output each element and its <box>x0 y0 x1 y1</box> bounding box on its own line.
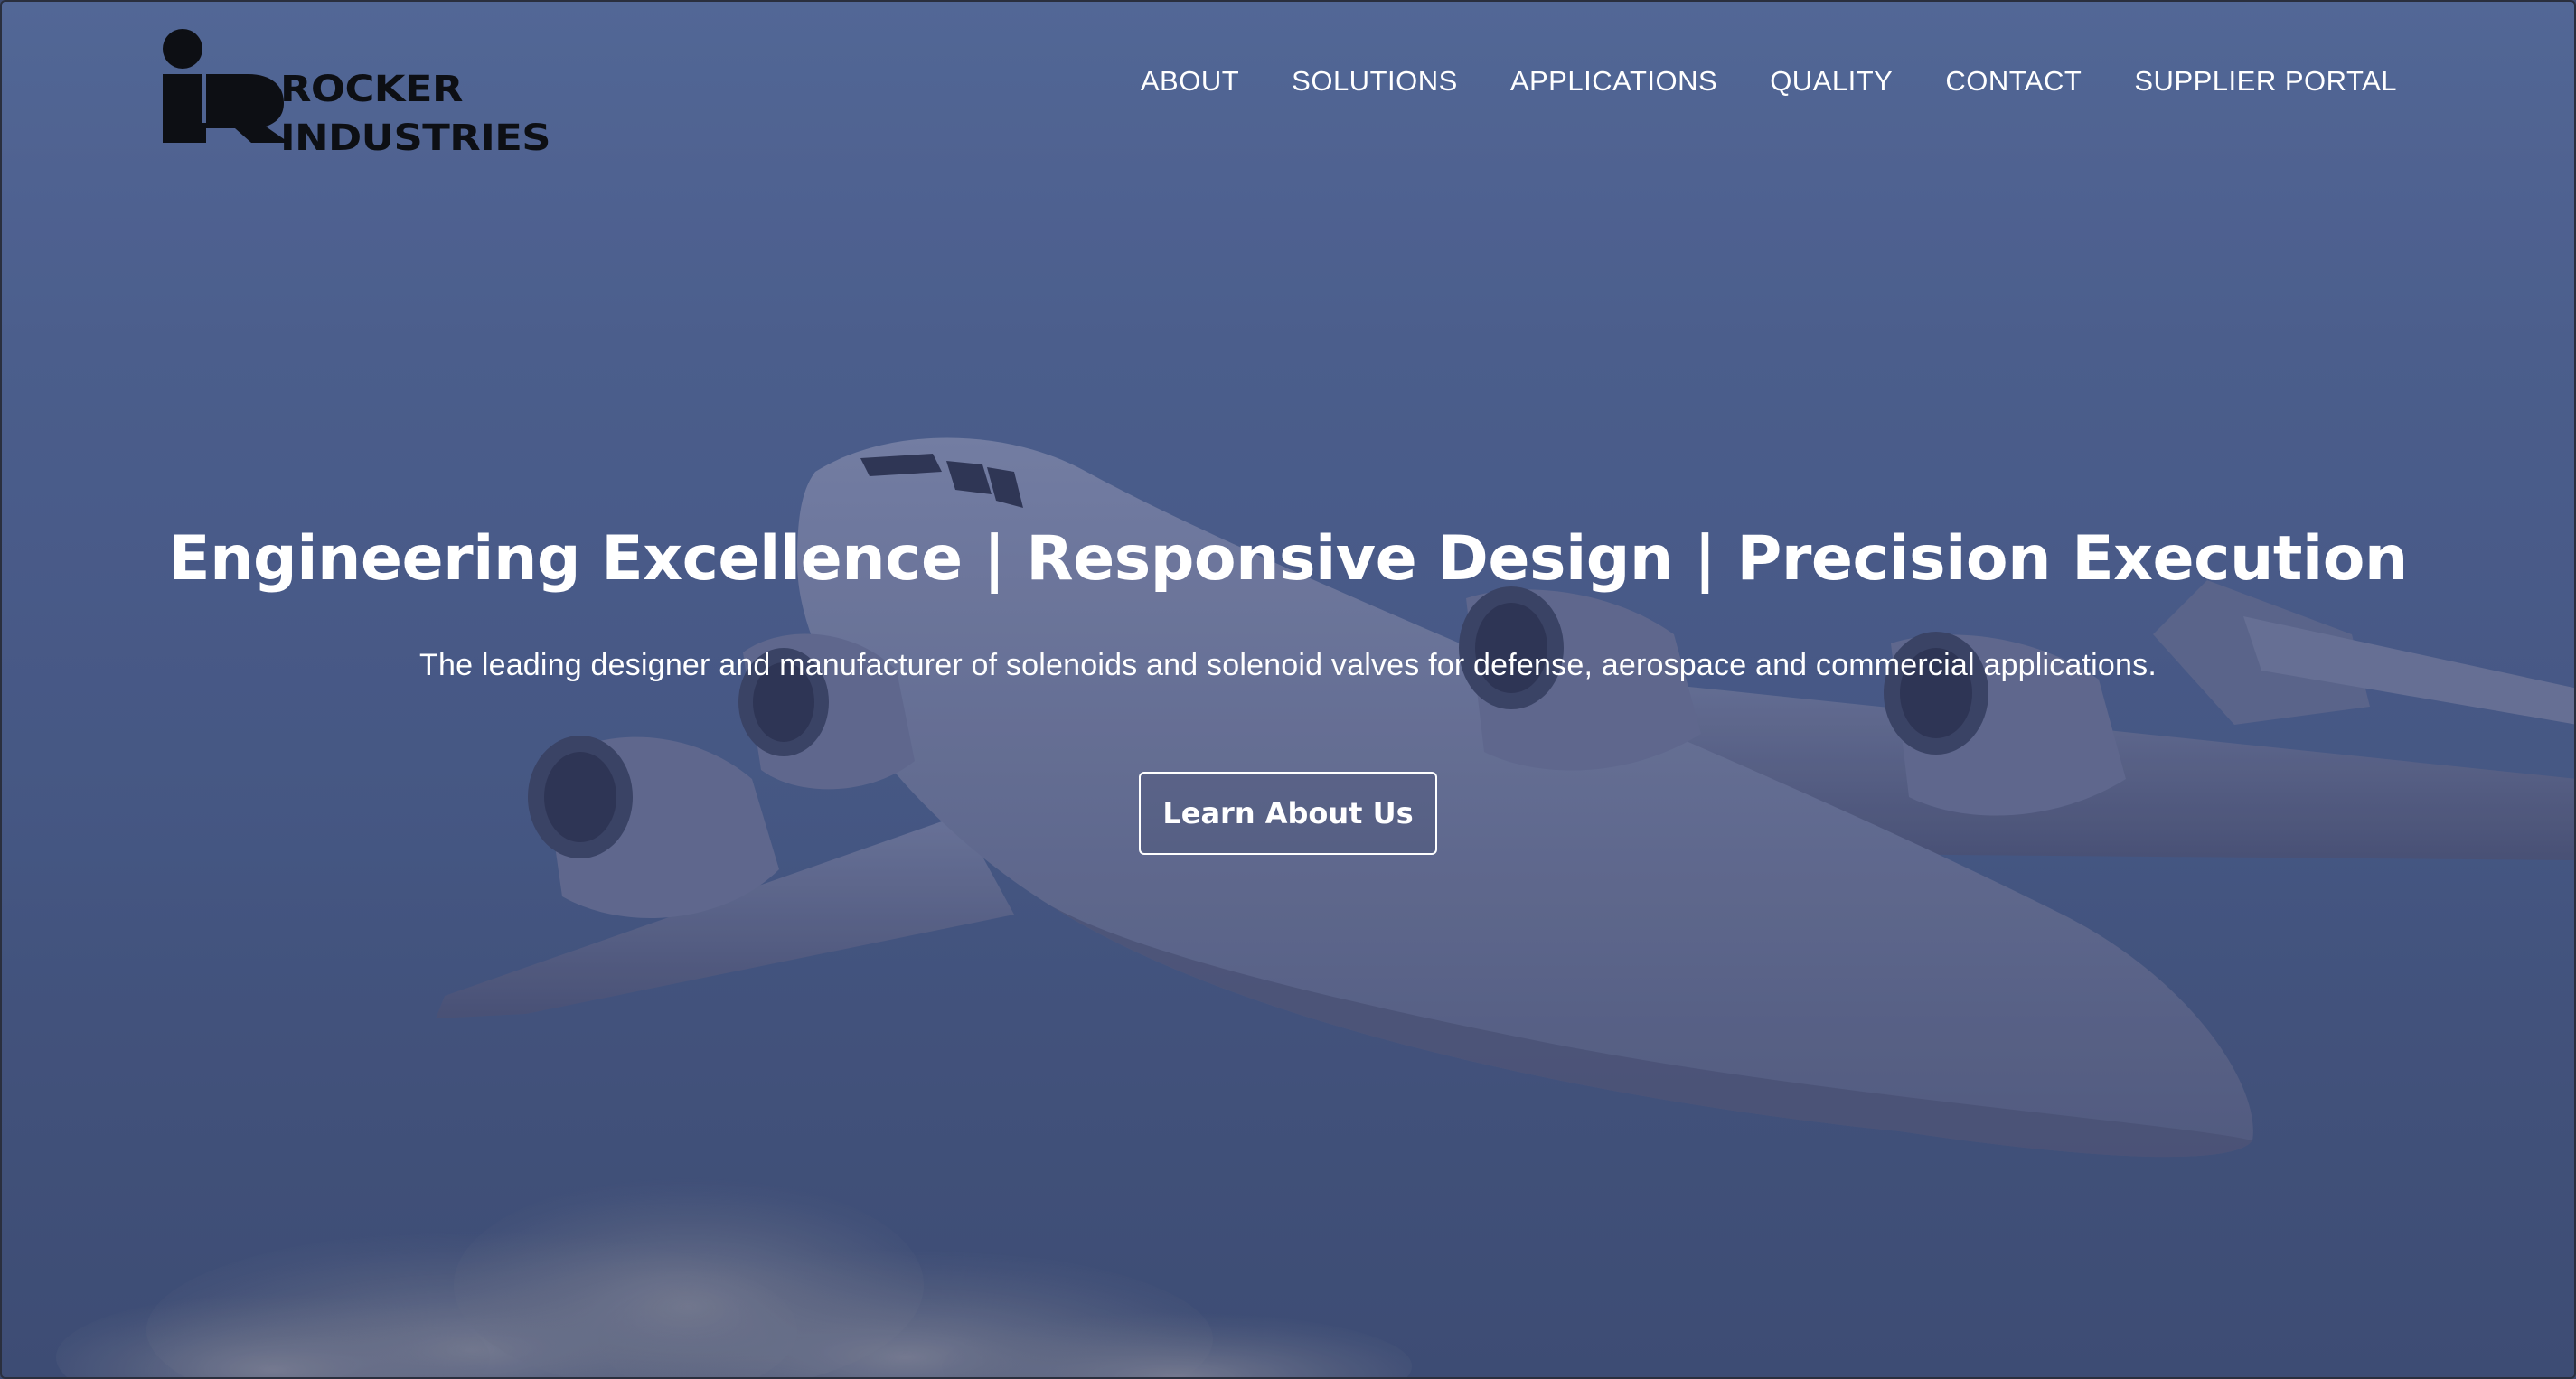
logo-line-1: ROCKER <box>280 69 463 110</box>
logo[interactable]: ROCKER INDUSTRIES <box>157 29 573 159</box>
learn-about-us-button[interactable]: Learn About Us <box>1139 772 1437 855</box>
nav-applications[interactable]: APPLICATIONS <box>1510 61 1717 101</box>
hero-subtitle: The leading designer and manufacturer of… <box>419 648 2157 682</box>
hero: Engineering Excellence | Responsive Desi… <box>2 519 2574 855</box>
nav-about[interactable]: ABOUT <box>1141 61 1239 101</box>
nav-quality[interactable]: QUALITY <box>1770 61 1893 101</box>
nav-supplier-portal[interactable]: SUPPLIER PORTAL <box>2134 61 2397 101</box>
main-nav: ABOUT SOLUTIONS APPLICATIONS QUALITY CON… <box>1088 61 2397 101</box>
hero-title: Engineering Excellence | Responsive Desi… <box>168 523 2408 595</box>
page: ROCKER INDUSTRIES ABOUT SOLUTIONS APPLIC… <box>0 0 2576 1379</box>
logo-wordmark: ROCKER INDUSTRIES <box>280 65 551 163</box>
nav-solutions[interactable]: SOLUTIONS <box>1292 61 1458 101</box>
logo-line-2: INDUSTRIES <box>280 117 551 159</box>
nav-contact[interactable]: CONTACT <box>1945 61 2082 101</box>
